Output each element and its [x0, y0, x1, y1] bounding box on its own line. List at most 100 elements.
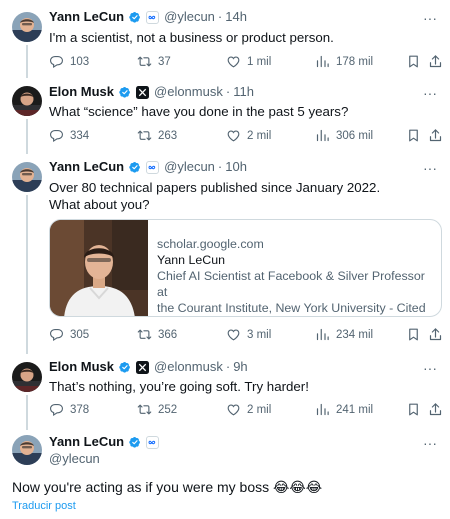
author-handle[interactable]: @elonmusk	[154, 359, 223, 375]
repost-button[interactable]: 366	[137, 327, 177, 342]
views-button[interactable]: 306 mil	[315, 128, 373, 143]
verified-badge-icon	[128, 160, 142, 174]
more-icon[interactable]: ···	[422, 11, 438, 29]
repost-button[interactable]: 263	[137, 128, 177, 143]
avatar-elonmusk[interactable]	[12, 362, 42, 392]
reply-button[interactable]: 334	[49, 128, 89, 143]
thread-line	[26, 119, 28, 154]
reply-button[interactable]: 305	[49, 327, 89, 342]
tweet-2[interactable]: Elon Musk @elonmusk · 11h ··· What “scie…	[0, 78, 450, 154]
bookmark-button[interactable]	[406, 128, 427, 143]
avatar-elonmusk[interactable]	[12, 86, 42, 116]
separator-dot: ·	[225, 84, 231, 99]
thread-line	[26, 45, 28, 78]
separator-dot: ·	[225, 359, 231, 374]
repost-icon	[137, 402, 152, 417]
repost-button[interactable]: 252	[137, 402, 177, 417]
timestamp[interactable]: 10h	[225, 159, 247, 175]
author-name[interactable]: Elon Musk	[49, 84, 114, 100]
author-name[interactable]: Yann LeCun	[49, 9, 124, 25]
like-button[interactable]: 2 mil	[226, 402, 271, 417]
reply-button[interactable]: 103	[49, 54, 89, 69]
like-button[interactable]: 1 mil	[226, 54, 271, 69]
more-icon[interactable]: ···	[422, 161, 438, 179]
reply-count: 103	[70, 55, 90, 68]
like-icon	[226, 402, 241, 417]
author-name[interactable]: Elon Musk	[49, 359, 114, 375]
like-icon	[226, 54, 241, 69]
thread-line	[26, 195, 28, 354]
tweet-text: What “science” have you done in the past…	[49, 104, 349, 119]
more-icon[interactable]: ···	[422, 86, 438, 104]
views-button[interactable]: 234 mil	[315, 327, 373, 342]
avatar-ylecun[interactable]	[12, 435, 42, 465]
author-name[interactable]: Yann LeCun	[49, 159, 124, 175]
bookmark-icon	[406, 327, 421, 342]
share-button[interactable]	[428, 128, 449, 143]
laughing-emoji: 😂😂😂	[273, 480, 323, 496]
bookmark-button[interactable]	[406, 402, 427, 417]
repost-icon	[137, 54, 152, 69]
avatar-ylecun[interactable]	[12, 162, 42, 192]
share-button[interactable]	[428, 402, 449, 417]
repost-button[interactable]: 37	[137, 54, 171, 69]
share-button[interactable]	[428, 327, 449, 342]
views-icon	[315, 128, 330, 143]
link-preview-card[interactable]: scholar.google.com Yann LeCun Chief AI S…	[49, 219, 442, 317]
views-button[interactable]: 178 mil	[315, 54, 373, 69]
reply-icon	[49, 54, 64, 69]
share-icon	[428, 402, 443, 417]
avatar-ylecun[interactable]	[12, 12, 42, 42]
repost-count: 263	[158, 129, 178, 142]
tweet-1[interactable]: Yann LeCun @ylecun · 14h ··· I'm a scien…	[0, 0, 450, 78]
translate-link[interactable]: Traducir post	[12, 500, 76, 512]
like-count: 2 mil	[247, 129, 272, 142]
reply-icon	[49, 327, 64, 342]
like-count: 3 mil	[247, 328, 272, 341]
bookmark-button[interactable]	[406, 327, 427, 342]
repost-count: 252	[158, 403, 178, 416]
tweet-4[interactable]: Elon Musk @elonmusk · 9h ··· That’s noth…	[0, 354, 450, 430]
x-badge-icon	[136, 360, 150, 374]
bookmark-button[interactable]	[406, 54, 427, 69]
repost-icon	[137, 327, 152, 342]
author-name[interactable]: Yann LeCun	[49, 434, 124, 450]
author-handle[interactable]: @ylecun	[49, 451, 100, 467]
author-handle[interactable]: @ylecun	[164, 9, 215, 25]
views-button[interactable]: 241 mil	[315, 402, 373, 417]
like-count: 1 mil	[247, 55, 272, 68]
timestamp[interactable]: 11h	[233, 84, 254, 100]
like-button[interactable]: 2 mil	[226, 128, 271, 143]
like-icon	[226, 327, 241, 342]
card-description-line-1: Chief AI Scientist at Facebook & Silver …	[157, 269, 425, 299]
more-icon[interactable]: ···	[422, 436, 438, 454]
bookmark-icon	[406, 54, 421, 69]
tweet-actions: 305 366 3 mil 234 mil	[49, 327, 444, 345]
more-icon[interactable]: ···	[422, 361, 438, 379]
tweet-text-line-2: What about you?	[49, 197, 150, 212]
x-badge-icon	[136, 85, 150, 99]
tweet-text: I'm a scientist, not a business or produ…	[49, 30, 334, 45]
card-thumbnail	[50, 220, 148, 316]
affiliate-badge-icon	[146, 435, 160, 449]
reply-icon	[49, 128, 64, 143]
tweet-text: That’s nothing, you’re going soft. Try h…	[49, 379, 309, 394]
reply-button[interactable]: 378	[49, 402, 89, 417]
main-tweet[interactable]: Yann LeCun @ylecun ··· Now you're acting…	[0, 430, 450, 519]
reply-icon	[49, 402, 64, 417]
author-handle[interactable]: @ylecun	[164, 159, 215, 175]
author-handle[interactable]: @elonmusk	[154, 84, 223, 100]
like-button[interactable]: 3 mil	[226, 327, 271, 342]
like-icon	[226, 128, 241, 143]
timestamp[interactable]: 14h	[225, 9, 247, 25]
share-button[interactable]	[428, 54, 449, 69]
repost-icon	[137, 128, 152, 143]
thread-line	[26, 395, 28, 430]
timestamp[interactable]: 9h	[233, 359, 247, 375]
verified-badge-icon	[128, 10, 142, 24]
views-count: 178 mil	[336, 55, 374, 68]
main-tweet-body: Now you're acting as if you were my boss	[12, 479, 270, 495]
separator-dot: ·	[217, 159, 223, 174]
share-icon	[428, 327, 443, 342]
tweet-actions: 334 263 2 mil 306 mil	[49, 128, 444, 146]
